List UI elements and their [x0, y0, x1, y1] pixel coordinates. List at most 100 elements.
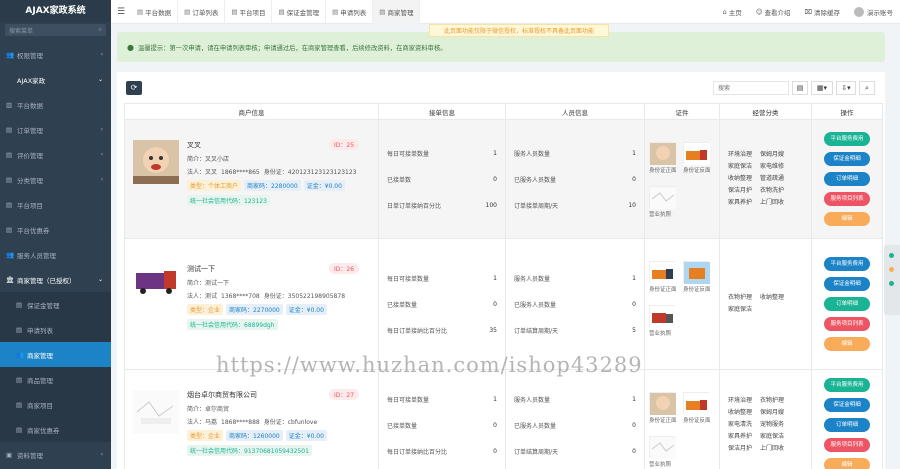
stat-row: 已接单数量 0 [379, 412, 505, 438]
sidebar-item[interactable]: 👥 商家管理 [0, 342, 111, 367]
cert-image[interactable] [683, 392, 710, 415]
cert-image[interactable] [649, 142, 676, 165]
customer-cell: 叉叉 ID：25 简介：叉叉小店 法人：叉叉 1868****865 身份证：420123… [124, 119, 379, 239]
op-button-2[interactable]: 订单明细 [824, 418, 870, 432]
home-link[interactable]: ⌂ 主页 [716, 7, 749, 17]
sidebar-item[interactable]: 👥 权限管理 ‹ [0, 42, 111, 67]
search-button[interactable]: ⌕ [859, 81, 875, 95]
sidebar-item[interactable]: ▤ 平台优惠券 [0, 217, 111, 242]
biz-tag: 管道疏通 [760, 175, 785, 182]
sidebar-item[interactable]: 🏛 商家管理（已授权） ⌄ [0, 267, 111, 292]
merchant-mcode: 商家码：2270000 [226, 304, 283, 315]
op-button-3[interactable]: 服务项目列表 [824, 438, 870, 452]
cert-image[interactable] [683, 261, 710, 284]
op-button-3[interactable]: 服务项目列表 [824, 192, 870, 206]
sidebar-item[interactable]: ▥ 平台数据 [0, 92, 111, 117]
columns-button[interactable]: ▦▾ [811, 81, 833, 95]
cert-image[interactable] [649, 305, 676, 328]
avatar [854, 6, 864, 17]
tab-icon: ▤ [379, 7, 386, 16]
list-icon: ▤ [6, 175, 13, 184]
account-menu[interactable]: 演示账号 [847, 6, 900, 17]
biz-tag: 衣物洗护 [760, 187, 785, 194]
float-widget[interactable] [884, 245, 900, 315]
biz-tag: 家具养护 [728, 433, 753, 440]
sidebar-item[interactable]: ▤ 保证金管理 [0, 292, 111, 317]
credit-code: 统一社会信用代码：68899dgh [187, 319, 278, 330]
cert-image[interactable] [649, 436, 676, 459]
biz-tag: 家庭保洁 [728, 306, 753, 313]
cert-image[interactable] [649, 392, 676, 415]
sidebar-item-label: AJAX家政 [17, 76, 46, 85]
clear-cache-link[interactable]: ⌧ 清除缓存 [798, 7, 848, 17]
sidebar-item[interactable]: ▤ 评价管理 ‹ [0, 142, 111, 167]
stat-value: 1 [493, 149, 497, 157]
merchant-name: 叉叉 [187, 141, 201, 149]
merchant-id-badge: ID：27 [329, 389, 360, 400]
menu-toggle-icon[interactable]: ☰ [111, 7, 131, 17]
clear-cache-label: 清除缓存 [814, 8, 840, 17]
tab-4[interactable]: ▤ 申请列表 [326, 0, 374, 24]
list-icon: ▤ [6, 225, 13, 234]
stat-row: 每日可接单数量 1 [379, 265, 505, 291]
sidebar-item[interactable]: ▤ 商品管理 [0, 367, 111, 392]
tab-icon: ▤ [332, 7, 339, 16]
sidebar-item[interactable]: ▤ 分类管理 ‹ [0, 167, 111, 192]
op-button-0[interactable]: 平台服务费用 [824, 378, 870, 392]
sidebar-item[interactable]: ▤ 平台项目 [0, 192, 111, 217]
merchant-table: 商户信息 接单信息 人员信息 证件 经营分类 操作 叉叉 ID：25 简介：叉叉小店 法人：叉叉… [124, 103, 883, 469]
sidebar-item[interactable]: 👥 服务人员管理 [0, 242, 111, 267]
merchant-person: 法人：测试 [187, 293, 218, 300]
op-button-4[interactable]: 编辑 [824, 212, 870, 226]
order-stats-cell: 每日可接单数量 1 已接单数量 0 每日订单接纳比百分比 0 [378, 369, 506, 469]
intro-link[interactable]: ☺ 查看介绍 [749, 7, 798, 17]
search-input[interactable] [713, 81, 789, 95]
demo-notice: 此页面功能仅限于微信授权，标准授权不具备此页面功能 [429, 24, 609, 37]
op-button-1[interactable]: 保证金明细 [824, 152, 870, 166]
op-button-4[interactable]: 编辑 [824, 458, 870, 469]
cert-image[interactable] [649, 186, 676, 209]
stat-label: 每日订单接纳比百分比 [387, 448, 448, 456]
op-button-2[interactable]: 订单明细 [824, 172, 870, 186]
toggle-view-button[interactable]: ▤ [792, 81, 808, 95]
customer-cell: 测试一下 ID：26 简介：测试一下 法人：测试 1368****708 身份证：3505… [124, 238, 379, 370]
op-button-1[interactable]: 保证金明细 [824, 398, 870, 412]
menu-search-input[interactable]: 搜索菜单 ⌕ [5, 24, 106, 36]
merchant-mcode: 商家码：1260000 [226, 430, 283, 441]
stat-value: 0 [493, 421, 497, 429]
tab-label: 平台项目 [239, 8, 266, 17]
sidebar-item[interactable]: ▤ 申请列表 [0, 317, 111, 342]
stat-row: 已接单数 0 [379, 166, 505, 192]
sidebar-item[interactable]: AJAX家政 ⌄ [0, 67, 111, 92]
column-header: 人员信息 [505, 103, 645, 120]
cert-label: 身份证反面 [683, 287, 711, 293]
cert-label: 营业执照 [649, 331, 672, 337]
op-button-0[interactable]: 平台服务费用 [824, 132, 870, 146]
sidebar-item[interactable]: ▤ 商家项目 [0, 392, 111, 417]
cert-cell: 身份证正面 身份证反面 营业执照 [644, 369, 720, 469]
op-button-2[interactable]: 订单明细 [824, 297, 870, 311]
list-icon: ▤ [6, 150, 13, 159]
tab-2[interactable]: ▤ 平台项目 [225, 0, 273, 24]
sidebar-item[interactable]: ▣ 资料管理 ‹ [0, 442, 111, 467]
sidebar-item[interactable]: ▤ 商家优惠券 [0, 417, 111, 442]
sidebar: AJAX家政系统 搜索菜单 ⌕ 👥 权限管理 ‹ AJAX家政 ⌄ ▥ 平台数据 ▤ 订单管理 ‹ ▤… [0, 0, 111, 469]
cert-image[interactable] [683, 142, 710, 165]
op-button-4[interactable]: 编辑 [824, 337, 870, 351]
home-icon: ⌂ [722, 7, 727, 16]
export-button[interactable]: ⇩▾ [836, 81, 856, 95]
tab-3[interactable]: ▤ 保证金管理 [272, 0, 327, 24]
cert-image[interactable] [649, 261, 676, 284]
ops-buttons: 平台服务费用 保证金明细订单明细服务项目列表 编辑 [812, 132, 882, 226]
biz-tag: 上门回收 [760, 199, 785, 206]
op-button-3[interactable]: 服务项目列表 [824, 317, 870, 331]
sidebar-item[interactable]: ▤ 订单管理 ‹ [0, 117, 111, 142]
refresh-button[interactable]: ⟳ [126, 81, 142, 95]
tab-5[interactable]: ▤ 商家管理 [373, 0, 421, 24]
tab-1[interactable]: ▤ 订单列表 [178, 0, 226, 24]
tab-0[interactable]: ▤ 平台数据 [131, 0, 179, 24]
user-icon: ☺ [755, 7, 763, 16]
column-header: 接单信息 [378, 103, 506, 120]
op-button-0[interactable]: 平台服务费用 [824, 257, 870, 271]
op-button-1[interactable]: 保证金明细 [824, 277, 870, 291]
